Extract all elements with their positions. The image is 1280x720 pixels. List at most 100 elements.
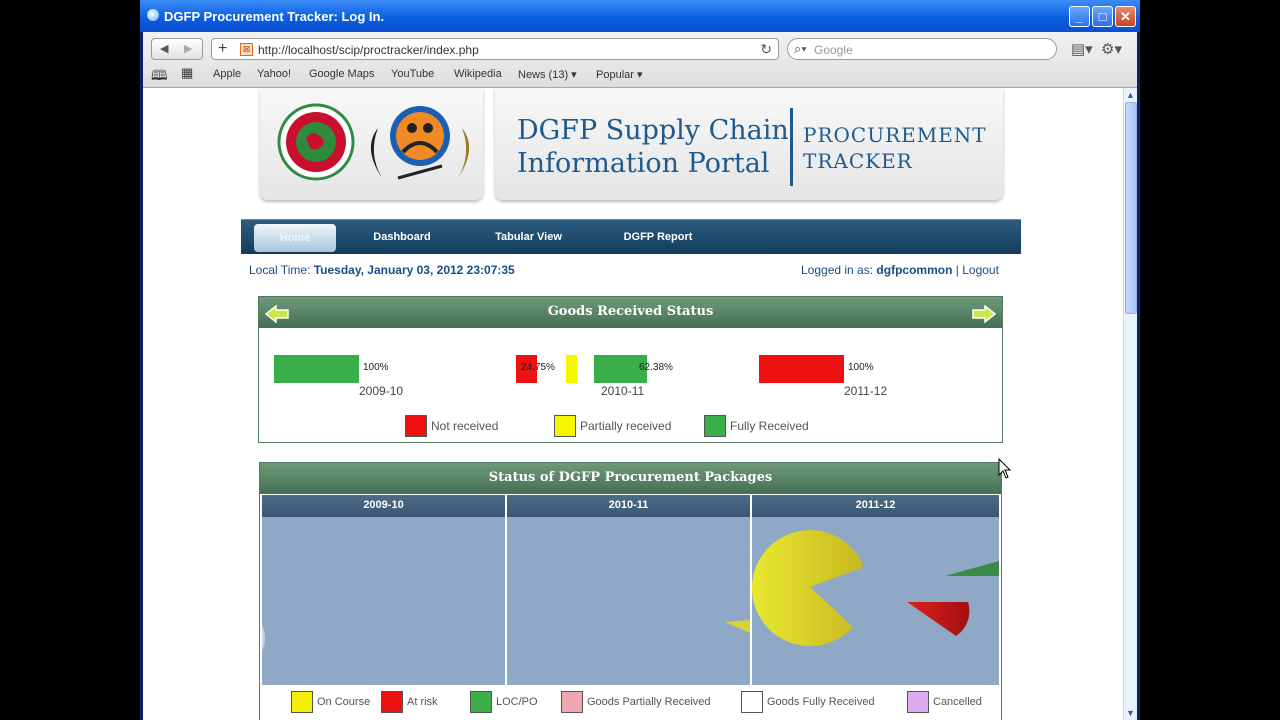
back-forward-buttons: ◀ ▶ [151, 38, 203, 60]
packages-panel: Status of DGFP Procurement Packages 2009… [259, 462, 1002, 720]
reload-icon[interactable]: ↻ [760, 41, 772, 58]
logged-in-label: Logged in as: [801, 263, 874, 277]
local-time-label: Local Time: [249, 263, 311, 277]
logout-link[interactable]: Logout [962, 263, 999, 277]
nav-tabular-view[interactable]: Tabular View [481, 220, 576, 255]
legend-partially-received: Partially received [580, 419, 672, 433]
legend-swatch-goods-partially-received [561, 691, 583, 713]
year-label-2010-11: 2010-11 [601, 384, 645, 398]
pct-2010-11-not-received: 24.75% [521, 362, 555, 373]
browser-toolbar: ◀ ▶ + ⊠ http://localhost/scip/proctracke… [143, 32, 1137, 88]
year-label-2011-12: 2011-12 [844, 384, 888, 398]
bangladesh-seal-icon [277, 103, 355, 181]
tracker-title-line1: PROCUREMENT [803, 123, 987, 147]
site-favicon-icon: ⊠ [240, 43, 253, 56]
legend-swatch-fully-received [704, 415, 726, 437]
bar-2011-12-not-received [759, 355, 844, 383]
local-time: Local Time: Tuesday, January 03, 2012 23… [249, 263, 515, 277]
legend-goods-partially-received: Goods Partially Received [587, 696, 711, 708]
nav-dashboard[interactable]: Dashboard [359, 220, 445, 255]
login-separator: | [955, 263, 959, 277]
page-menu-icon[interactable]: ▤▾ [1071, 40, 1093, 58]
scroll-down-icon[interactable]: ▼ [1126, 708, 1135, 718]
main-nav: Home Dashboard Tabular View DGFP Report [241, 219, 1021, 254]
pct-2009-10-fully: 100% [363, 362, 389, 373]
pie-2009-10 [262, 625, 265, 651]
mouse-cursor-icon [998, 458, 1012, 479]
bookmark-apple[interactable]: Apple [213, 68, 241, 80]
goods-status-title: Goods Received Status [259, 297, 1002, 328]
pie-slice-at-risk [907, 602, 970, 636]
portal-title-line2: Information Portal [517, 148, 770, 179]
back-button[interactable]: ◀ [160, 42, 168, 55]
pct-2011-12-not-received: 100% [848, 362, 874, 373]
next-arrow-icon[interactable] [972, 305, 996, 323]
scrollbar-thumb[interactable] [1125, 102, 1137, 314]
goods-status-panel: Goods Received Status 100% 2009-10 24.75… [258, 296, 1003, 443]
maximize-button[interactable]: □ [1092, 6, 1113, 27]
address-bar[interactable]: + ⊠ http://localhost/scip/proctracker/in… [211, 38, 779, 60]
search-icon[interactable]: ⌕▾ [794, 41, 807, 57]
bookmark-yahoo[interactable]: Yahoo! [257, 68, 291, 80]
pie-panel-2011-12: 2011-12 [752, 495, 999, 685]
bookmark-google-maps[interactable]: Google Maps [309, 68, 374, 80]
legend-on-course: On Course [317, 696, 371, 708]
pie-2010-11 [725, 620, 750, 633]
url-text[interactable]: http://localhost/scip/proctracker/index.… [258, 43, 479, 57]
bar-2010-11-partially-received [566, 355, 577, 383]
portal-title-line1: DGFP Supply Chain [517, 115, 789, 146]
nav-dgfp-report[interactable]: DGFP Report [613, 220, 703, 255]
pie-slice-on-course [752, 530, 864, 647]
title-bar[interactable]: DGFP Procurement Tracker: Log In. _ □ ✕ [140, 0, 1140, 32]
browser-window: DGFP Procurement Tracker: Log In. _ □ ✕ … [140, 0, 1140, 720]
reading-list-icon[interactable]: 🕮 [151, 65, 168, 89]
search-placeholder: Google [814, 43, 853, 57]
legend-not-received: Not received [431, 419, 499, 433]
logo-box [260, 88, 483, 200]
minimize-button[interactable]: _ [1069, 6, 1090, 27]
bookmark-popular-label: Popular [596, 69, 634, 81]
legend-goods-fully-received: Goods Fully Received [767, 696, 875, 708]
bookmark-news-label: News (13) [518, 69, 569, 81]
forward-button[interactable]: ▶ [184, 42, 192, 55]
legend-cancelled: Cancelled [933, 696, 982, 708]
browser-app-icon [147, 9, 159, 21]
vertical-scrollbar[interactable]: ▲ ▼ [1123, 88, 1137, 720]
legend-swatch-cancelled [907, 691, 929, 713]
gear-icon[interactable]: ⚙▾ [1101, 40, 1122, 58]
bookmark-popular[interactable]: Popular ▾ [596, 68, 643, 81]
bar-2009-10-fully-received [274, 355, 359, 383]
bookmark-news[interactable]: News (13) ▾ [518, 68, 577, 81]
scroll-up-icon[interactable]: ▲ [1126, 90, 1135, 100]
prev-arrow-icon[interactable] [265, 305, 289, 323]
packages-title: Status of DGFP Procurement Packages [260, 463, 1001, 494]
pie-slice-loc-po [945, 561, 999, 576]
title-divider [790, 108, 793, 186]
legend-loc-po: LOC/PO [496, 696, 538, 708]
legend-at-risk: At risk [407, 696, 438, 708]
add-bookmark-button[interactable]: + [218, 40, 227, 58]
top-sites-icon[interactable]: ▦ [181, 65, 193, 81]
page-content: DGFP Supply Chain Information Portal PRO… [143, 88, 1123, 720]
portal-title-box: DGFP Supply Chain Information Portal PRO… [495, 88, 1003, 200]
bookmark-youtube[interactable]: YouTube [391, 68, 434, 80]
tracker-title: PROCUREMENT TRACKER [803, 122, 987, 174]
window-title: DGFP Procurement Tracker: Log In. [164, 9, 385, 24]
pie-panel-2009-10: 2009-10 [262, 495, 505, 685]
tracker-title-line2: TRACKER [803, 149, 913, 173]
nav-home[interactable]: Home [254, 224, 336, 252]
logos [277, 103, 470, 181]
legend-swatch-on-course [291, 691, 313, 713]
dgfp-logo-icon [370, 106, 470, 180]
legend-swatch-partially-received [554, 415, 576, 437]
search-input[interactable]: ⌕▾ Google [787, 38, 1057, 60]
legend-swatch-not-received [405, 415, 427, 437]
portal-title: DGFP Supply Chain Information Portal [517, 114, 789, 180]
legend-swatch-at-risk [381, 691, 403, 713]
legend-swatch-loc-po [470, 691, 492, 713]
close-button[interactable]: ✕ [1115, 6, 1136, 27]
pie-2011-12 [752, 530, 999, 647]
login-info: Logged in as: dgfpcommon | Logout [801, 263, 999, 277]
bookmark-wikipedia[interactable]: Wikipedia [454, 68, 502, 80]
logged-in-user[interactable]: dgfpcommon [876, 263, 952, 277]
